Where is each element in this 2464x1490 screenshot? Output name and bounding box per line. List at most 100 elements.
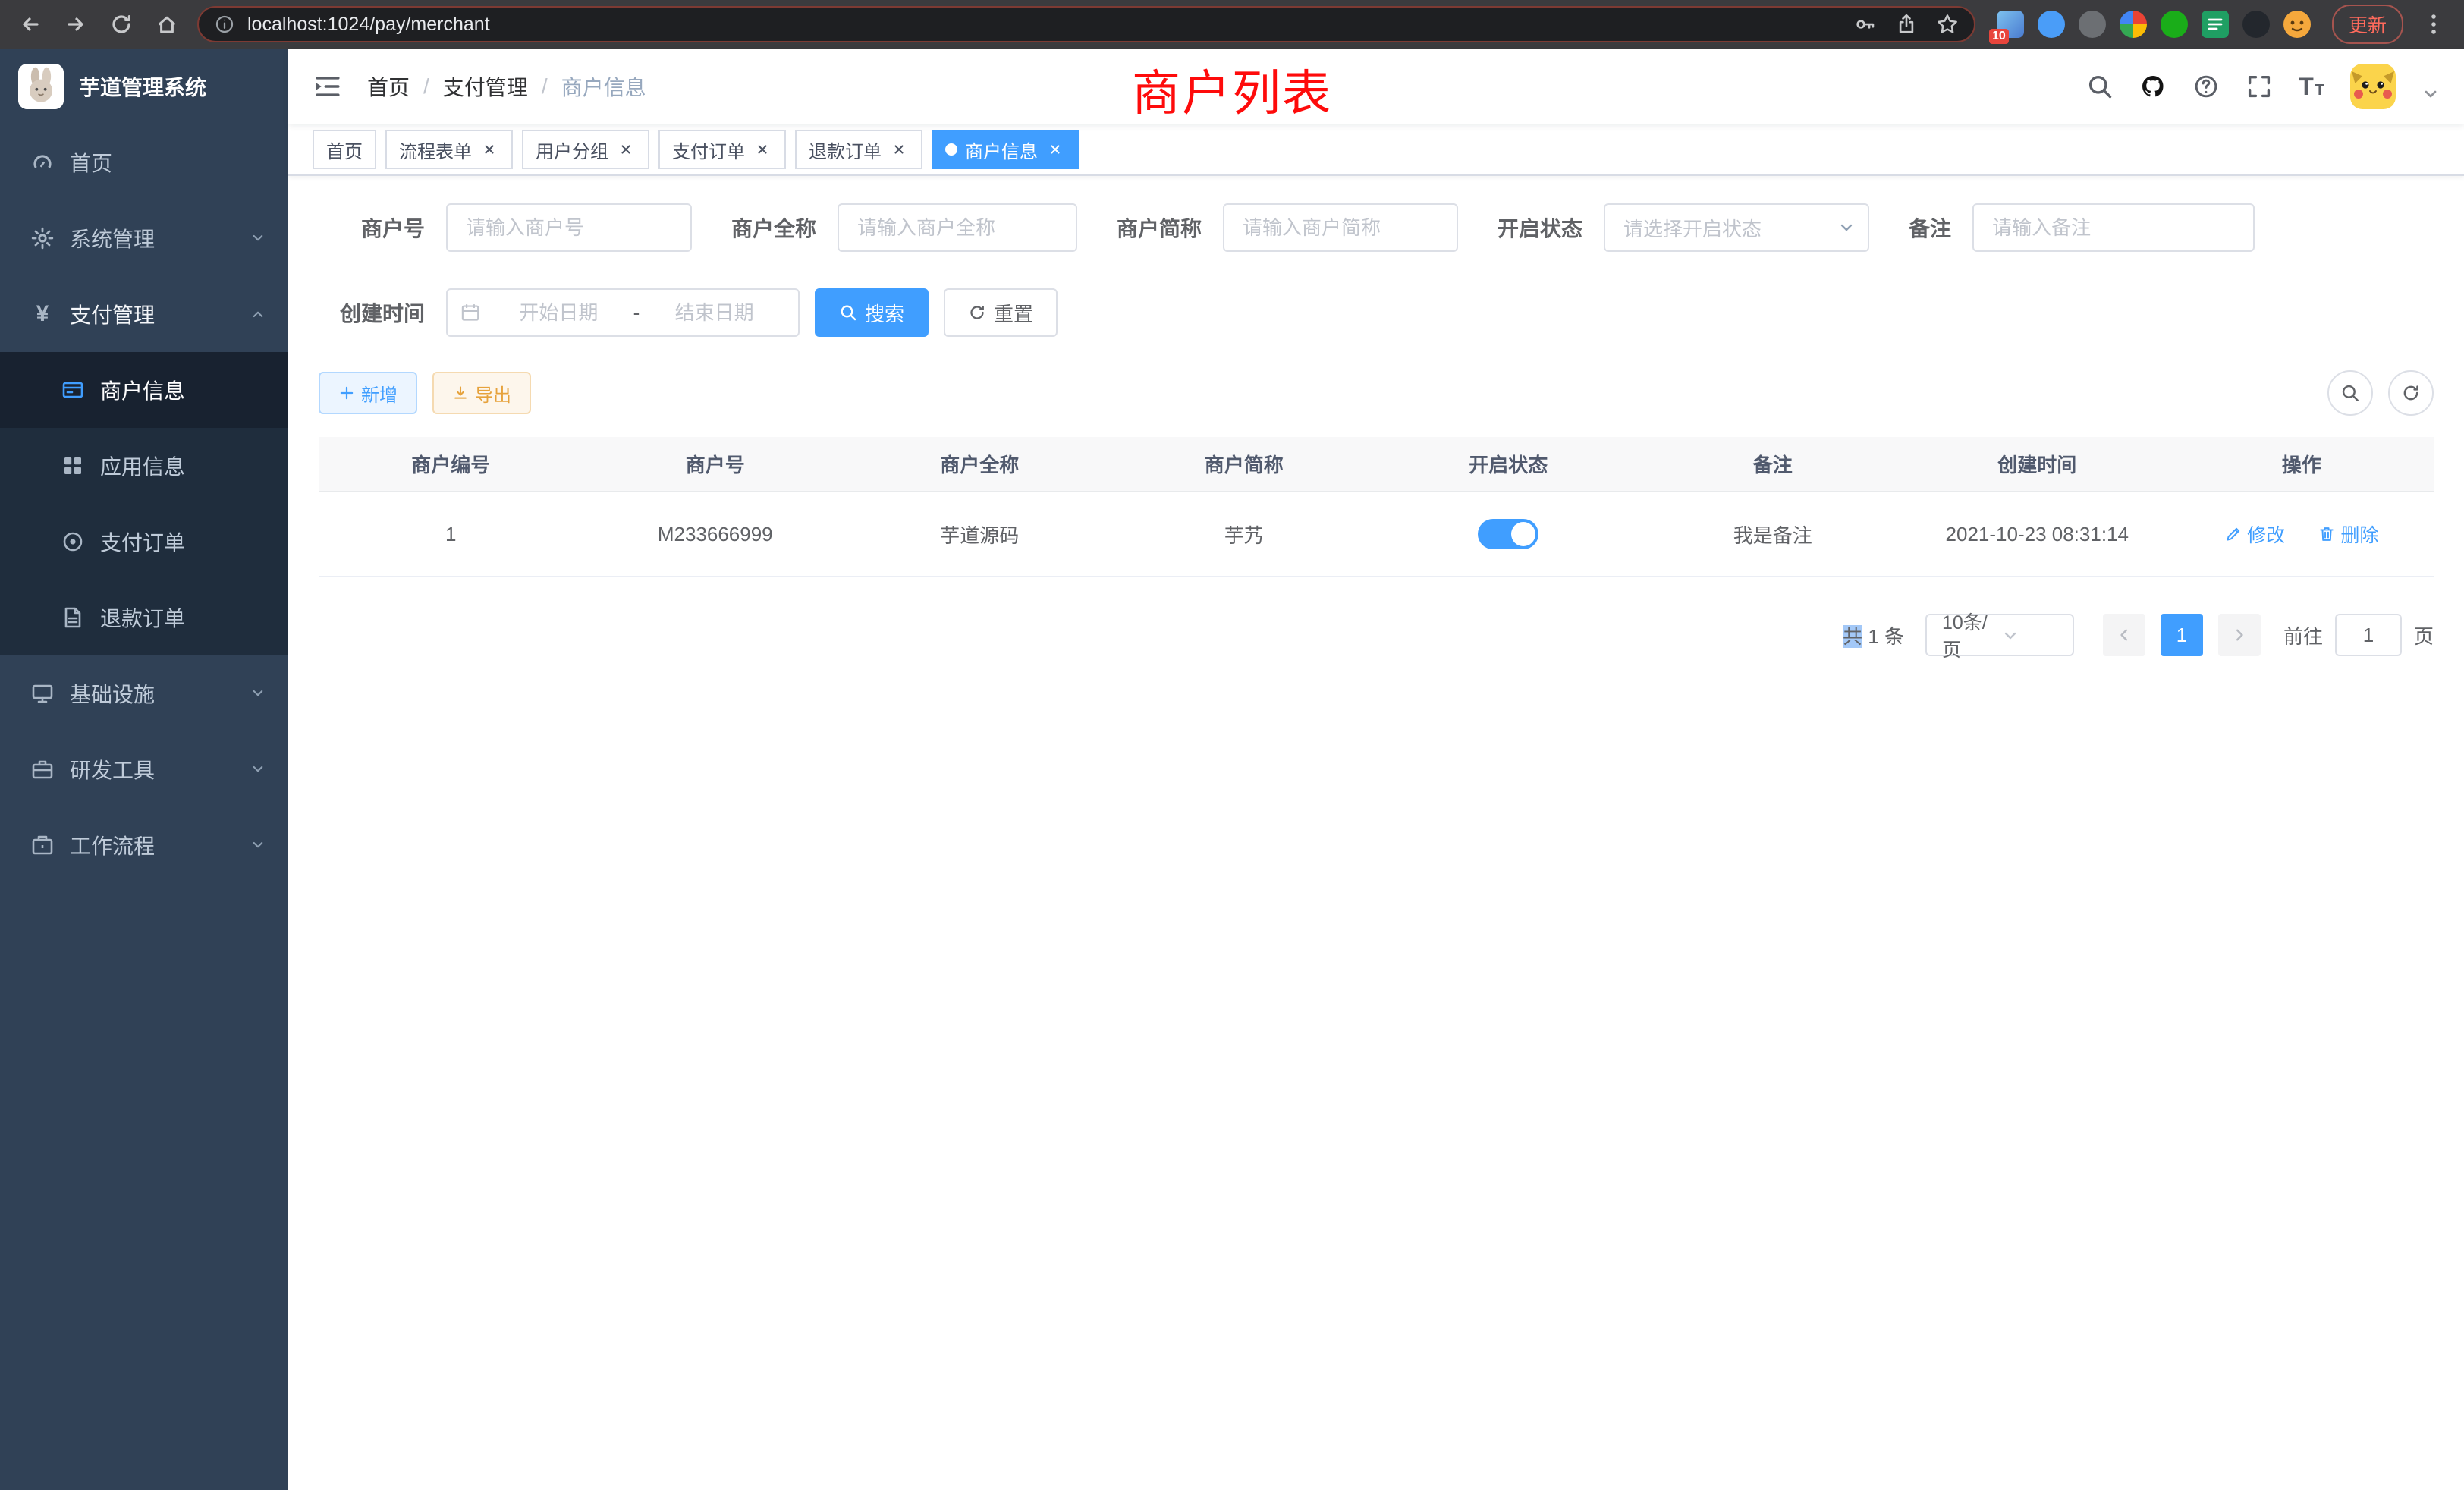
forward-button[interactable] (58, 6, 94, 42)
chevron-down-icon (249, 229, 267, 247)
remark-input[interactable] (1972, 203, 2255, 252)
sidebar-item-label: 商户信息 (100, 375, 185, 405)
cell-actions: 修改 删除 (2170, 492, 2434, 577)
avatar-caret-icon[interactable] (2422, 85, 2440, 103)
extension-badge: 10 (1989, 29, 2009, 44)
col-merchant-no: 商户号 (583, 437, 848, 492)
sidebar-item-infrastructure[interactable]: 基础设施 (0, 655, 288, 731)
search-icon[interactable] (2086, 73, 2114, 100)
close-icon[interactable] (889, 140, 909, 159)
sidebar-item-payment[interactable]: 支付管理 (0, 276, 288, 352)
sidebar-item-merchant-info[interactable]: 商户信息 (0, 352, 288, 428)
address-bar[interactable]: localhost:1024/pay/merchant (197, 6, 1975, 42)
edit-link[interactable]: 修改 (2224, 520, 2285, 548)
col-remark: 备注 (1641, 437, 1906, 492)
breadcrumb-home[interactable]: 首页 (367, 71, 410, 102)
next-page-button[interactable] (2218, 614, 2261, 656)
tab-pay-order[interactable]: 支付订单 (658, 130, 786, 169)
browser-menu-icon[interactable] (2415, 6, 2452, 42)
extension-icon[interactable]: 10 (1997, 11, 2024, 38)
toggle-search-button[interactable] (2327, 370, 2373, 416)
sidebar-item-pay-order[interactable]: 支付订单 (0, 504, 288, 580)
extension-icon[interactable] (2161, 11, 2188, 38)
font-size-icon[interactable] (2299, 73, 2324, 101)
home-button[interactable] (149, 6, 185, 42)
extension-icon[interactable] (2038, 11, 2065, 38)
add-button[interactable]: 新增 (319, 372, 417, 414)
export-button[interactable]: 导出 (432, 372, 531, 414)
sidebar-menu: 首页 系统管理 支付管理 商户信息 应用信息 (0, 124, 288, 883)
cell-merchant-id: 1 (319, 492, 583, 577)
breadcrumb-payment[interactable]: 支付管理 (443, 71, 528, 102)
close-icon[interactable] (1045, 140, 1065, 159)
target-icon (61, 530, 85, 554)
start-date-input[interactable] (487, 301, 630, 325)
close-icon[interactable] (616, 140, 636, 159)
sidebar-item-refund-order[interactable]: 退款订单 (0, 580, 288, 655)
app-logo[interactable]: 芋道管理系统 (0, 49, 288, 124)
prev-page-button[interactable] (2103, 614, 2145, 656)
sidebar-fold-icon[interactable] (313, 71, 343, 102)
filter-merchant-no: 商户号 (319, 203, 692, 252)
fullscreen-icon[interactable] (2246, 73, 2273, 100)
tab-refund-order[interactable]: 退款订单 (795, 130, 922, 169)
close-icon[interactable] (479, 140, 499, 159)
delete-link[interactable]: 删除 (2318, 520, 2378, 548)
tab-process-form[interactable]: 流程表单 (385, 130, 513, 169)
cell-status (1376, 492, 1641, 577)
goto-page-input[interactable] (2335, 614, 2402, 656)
tab-label: 商户信息 (965, 137, 1038, 163)
tab-home[interactable]: 首页 (313, 130, 376, 169)
close-icon[interactable] (753, 140, 772, 159)
github-icon[interactable] (2139, 73, 2167, 100)
status-label: 开启状态 (1498, 212, 1582, 243)
extension-icon[interactable] (2079, 11, 2106, 38)
status-toggle[interactable] (1478, 519, 1538, 549)
help-icon[interactable] (2192, 73, 2220, 100)
user-avatar[interactable] (2350, 64, 2396, 109)
app-title: 芋道管理系统 (79, 71, 206, 102)
monitor-icon (30, 681, 55, 706)
tab-merchant-info[interactable]: 商户信息 (932, 130, 1079, 169)
page-jumper: 前往 页 (2283, 614, 2434, 656)
delete-link-label: 删除 (2340, 520, 2378, 548)
extension-icon[interactable] (2283, 11, 2311, 38)
browser-update-button[interactable]: 更新 (2332, 5, 2403, 44)
add-button-label: 新增 (361, 380, 398, 407)
sidebar-item-workflow[interactable]: 工作流程 (0, 807, 288, 883)
merchant-no-label: 商户号 (319, 212, 425, 243)
sidebar-item-home[interactable]: 首页 (0, 124, 288, 200)
share-icon[interactable] (1895, 13, 1918, 36)
back-button[interactable] (12, 6, 49, 42)
bookmark-star-icon[interactable] (1936, 13, 1959, 36)
end-date-input[interactable] (643, 301, 786, 325)
reset-button[interactable]: 重置 (944, 288, 1058, 337)
reload-button[interactable] (103, 6, 140, 42)
sidebar-item-system[interactable]: 系统管理 (0, 200, 288, 276)
status-select[interactable]: 请选择开启状态 (1604, 203, 1869, 252)
search-button[interactable]: 搜索 (815, 288, 929, 337)
payment-submenu: 商户信息 应用信息 支付订单 退款订单 (0, 352, 288, 655)
merchant-no-input[interactable] (446, 203, 692, 252)
filter-row-2: 创建时间 - 搜索 重置 (319, 288, 2434, 337)
extension-icon[interactable] (2120, 11, 2147, 38)
page-number-button[interactable]: 1 (2161, 614, 2203, 656)
merchant-full-name-input[interactable] (838, 203, 1077, 252)
gear-icon (30, 226, 55, 250)
extension-icon[interactable] (2242, 11, 2270, 38)
sidebar-item-dev-tools[interactable]: 研发工具 (0, 731, 288, 807)
tab-user-group[interactable]: 用户分组 (522, 130, 649, 169)
refresh-button[interactable] (2388, 370, 2434, 416)
filter-create-time: 创建时间 - (319, 288, 800, 337)
browser-toolbar: localhost:1024/pay/merchant 10 更新 (0, 0, 2464, 49)
extension-icon[interactable] (2202, 11, 2229, 38)
sidebar-item-app-info[interactable]: 应用信息 (0, 428, 288, 504)
sidebar-item-label: 支付订单 (100, 527, 185, 557)
sidebar-item-label: 支付管理 (70, 299, 155, 329)
password-key-icon[interactable] (1854, 13, 1877, 36)
merchant-short-name-input[interactable] (1223, 203, 1458, 252)
col-actions: 操作 (2170, 437, 2434, 492)
site-info-icon[interactable] (214, 14, 235, 35)
date-range-picker[interactable]: - (446, 288, 800, 337)
page-size-select[interactable]: 10条/页 (1925, 614, 2074, 656)
